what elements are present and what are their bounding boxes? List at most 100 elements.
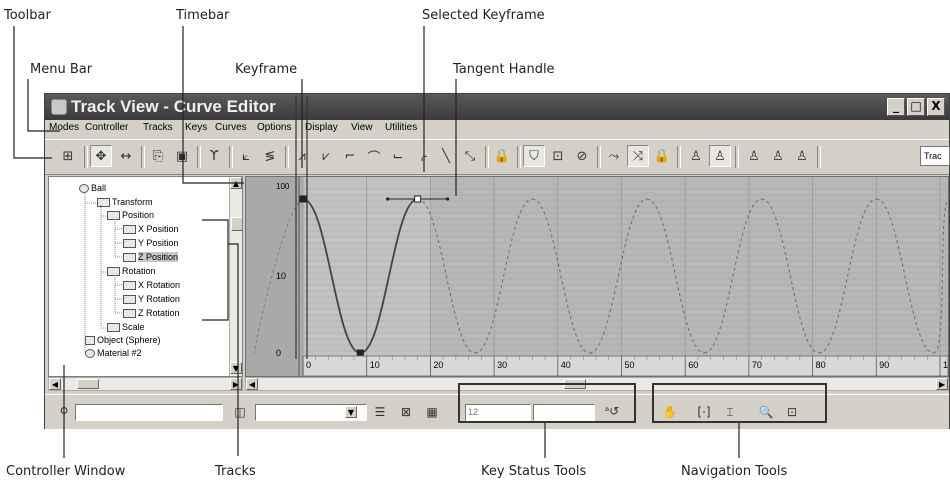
keyframe-callout: Keyframe: [235, 62, 298, 77]
key-status-tools-callout: Key Status Tools: [481, 464, 587, 479]
toolbar-separator: [84, 146, 88, 168]
menu-view[interactable]: View: [351, 122, 373, 133]
toolbar-separator: [677, 146, 681, 168]
step-tangent-icon[interactable]: ⌐: [339, 145, 361, 167]
scroll-right-icon[interactable]: ▶: [936, 378, 948, 390]
slow-tangent-icon[interactable]: ⩗: [315, 145, 337, 167]
ruler-tick-label: 0: [306, 360, 311, 370]
selected-keyframe-callout: Selected Keyframe: [422, 8, 545, 23]
figure-a-icon[interactable]: ♙: [743, 145, 765, 167]
linear-tangent-icon[interactable]: ⌒: [363, 145, 385, 167]
custom-tangent-icon[interactable]: ≶: [259, 145, 281, 167]
menu-display[interactable]: Display: [305, 122, 338, 133]
scroll-up-icon[interactable]: ▲: [230, 177, 242, 189]
scroll-thumb[interactable]: [231, 217, 242, 231]
scroll-down-icon[interactable]: ▼: [230, 362, 242, 374]
key-status-tools-box: [458, 383, 636, 423]
out-of-range-region: [246, 177, 303, 376]
navigation-tools-callout: Navigation Tools: [681, 464, 788, 479]
slide-keys-icon[interactable]: ↔: [115, 145, 137, 167]
scroll-left-icon[interactable]: ◀: [49, 378, 61, 390]
reduce-keys-icon[interactable]: ⟀: [235, 145, 257, 167]
title-bar[interactable]: Track View - Curve Editor _ □ X: [45, 94, 949, 120]
hide-icon[interactable]: ♙: [709, 145, 731, 167]
show-icon[interactable]: ♙: [685, 145, 707, 167]
toolbar-separator: [141, 146, 145, 168]
toolbar-separator: [485, 146, 489, 168]
filter-icon[interactable]: ⊞: [57, 145, 79, 167]
toolbar-separator: [597, 146, 601, 168]
chevron-down-icon[interactable]: ▼: [345, 406, 357, 418]
filter-selected-icon[interactable]: ⚲: [55, 403, 73, 421]
toolbar-separator: [229, 146, 233, 168]
y-axis-label: 0: [276, 348, 281, 358]
menu-utilities[interactable]: Utilities: [385, 122, 417, 133]
menu-keys[interactable]: Keys: [185, 122, 207, 133]
show-tangents-icon[interactable]: ⊡: [547, 145, 569, 167]
figure-b-icon[interactable]: ♙: [767, 145, 789, 167]
show-all-tangents-icon[interactable]: ⊘: [571, 145, 593, 167]
minimize-button[interactable]: _: [887, 98, 905, 116]
insert-icon[interactable]: ⎘: [147, 145, 169, 167]
menu-tracks[interactable]: Tracks: [143, 122, 173, 133]
menu-bar: Modes Controller Tracks Keys Curves Opti…: [45, 120, 949, 138]
maximize-button[interactable]: □: [907, 98, 925, 116]
toolbar-callout: Toolbar: [4, 8, 51, 23]
tracks-callout: Tracks: [215, 464, 256, 479]
menu-controller[interactable]: Controller: [85, 122, 128, 133]
keyframe: [299, 195, 307, 203]
menu-options[interactable]: Options: [257, 122, 291, 133]
ruler-tick-label: 60: [688, 360, 698, 370]
keyable-icon[interactable]: 🔒: [491, 145, 513, 167]
toolbar-separator: [285, 146, 289, 168]
tangent-handle: [386, 197, 390, 201]
navigation-tools-box: [652, 383, 827, 423]
move-keys-icon[interactable]: ✥: [90, 145, 112, 167]
parameter-curve-icon[interactable]: ⤡: [459, 145, 481, 167]
ruler-tick-label: 10: [370, 360, 380, 370]
ruler-tick-label: 80: [816, 360, 826, 370]
scroll-thumb[interactable]: [77, 379, 99, 389]
smooth-tangent-icon[interactable]: ⌙: [387, 145, 409, 167]
scroll-left-icon[interactable]: ◀: [246, 378, 258, 390]
selected-keyframe: [414, 195, 422, 203]
timebar-callout: Timebar: [176, 8, 230, 23]
track-view-window: Track View - Curve Editor _ □ X Modes Co…: [44, 93, 950, 429]
auto-tangent-icon[interactable]: ⌌: [411, 145, 433, 167]
pick-icon[interactable]: ◫: [231, 403, 249, 421]
track-combo[interactable]: Trac: [920, 146, 950, 166]
snap-icon[interactable]: ⤨: [627, 145, 649, 167]
freeze-icon[interactable]: 🔒: [651, 145, 673, 167]
toolbar: ⊞ ✥ ↔ ⎘ ▣ ϒ ⟀ ≶ ⩘ ⩗ ⌐ ⌒ ⌙ ⌌ ╲ ⤡ 🔒 ⛉ ⊡ ⊘ …: [45, 139, 950, 175]
menu-curves[interactable]: Curves: [215, 122, 247, 133]
track-set-editor-icon[interactable]: ☰: [371, 403, 389, 421]
scale-icon[interactable]: ▣: [171, 145, 193, 167]
zoom-selected-icon[interactable]: ⊠: [397, 403, 415, 421]
window-title: Track View - Curve Editor: [71, 97, 276, 116]
toolbar-separator: [517, 146, 521, 168]
cycle-curve-dashed: [417, 198, 934, 354]
ruler-tick-label: 70: [752, 360, 762, 370]
app-icon: [51, 99, 67, 115]
close-button[interactable]: X: [927, 98, 945, 116]
curve-editor-area[interactable]: 1001000102030405060708090100: [245, 176, 949, 377]
y-axis-top-label: 100: [276, 182, 290, 191]
ruler-tick-label: 100: [943, 360, 948, 370]
draw-curves-icon[interactable]: ϒ: [203, 145, 225, 167]
ruler-tick-label: 50: [625, 360, 635, 370]
controller-vertical-scrollbar[interactable]: ▲ ▼: [229, 177, 242, 376]
name-field[interactable]: [75, 404, 223, 421]
menu-modes[interactable]: Modes: [49, 122, 79, 133]
tangent-handle-callout: Tangent Handle: [453, 62, 555, 77]
y-axis-label: 10: [276, 271, 286, 281]
figure-c-icon[interactable]: ♙: [791, 145, 813, 167]
curve-graph[interactable]: 1001000102030405060708090100: [246, 177, 948, 376]
fast-tangent-icon[interactable]: ⩘: [291, 145, 313, 167]
ignore-animation-icon[interactable]: ⛉: [523, 145, 545, 167]
lock-tangents-icon[interactable]: ╲: [435, 145, 457, 167]
scroll-right-icon[interactable]: ▶: [230, 378, 242, 390]
edit-keys-icon[interactable]: ▦: [423, 403, 441, 421]
controller-horizontal-scrollbar[interactable]: ◀ ▶: [48, 377, 243, 391]
lock-selection-icon[interactable]: ⤳: [603, 145, 625, 167]
controller-window[interactable]: Ball Transform Position X Position Y Pos…: [48, 176, 243, 377]
